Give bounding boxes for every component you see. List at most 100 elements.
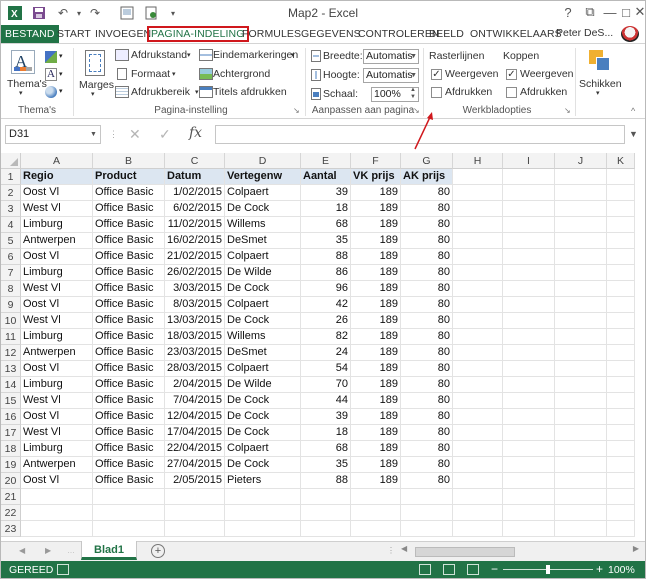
cell[interactable] — [453, 393, 503, 409]
cell[interactable] — [165, 505, 225, 521]
cell[interactable]: Office Basic — [93, 281, 165, 297]
cell[interactable] — [555, 329, 607, 345]
cell[interactable] — [503, 441, 555, 457]
cell[interactable]: 189 — [351, 457, 401, 473]
cell[interactable] — [453, 297, 503, 313]
cell[interactable]: 80 — [401, 281, 453, 297]
cell[interactable] — [301, 505, 351, 521]
cell[interactable]: Limburg — [21, 377, 93, 393]
cell[interactable] — [301, 489, 351, 505]
cell[interactable]: Office Basic — [93, 313, 165, 329]
scale-spinner[interactable]: 100% ▲ ▼ — [371, 87, 419, 102]
cell[interactable]: 80 — [401, 441, 453, 457]
row-header[interactable]: 10 — [1, 313, 21, 329]
cell[interactable]: De Wilde — [225, 265, 301, 281]
cell[interactable]: 189 — [351, 233, 401, 249]
cell[interactable] — [607, 201, 635, 217]
next-sheet-icon[interactable]: ▶ — [45, 546, 51, 555]
cell[interactable] — [555, 361, 607, 377]
cell[interactable]: 82 — [301, 329, 351, 345]
scroll-thumb[interactable] — [415, 547, 515, 557]
cell[interactable]: DeSmet — [225, 233, 301, 249]
cell[interactable] — [453, 281, 503, 297]
cell[interactable] — [351, 521, 401, 537]
cell[interactable]: VK prijs — [351, 169, 401, 185]
cell[interactable] — [503, 281, 555, 297]
row-header[interactable]: 18 — [1, 441, 21, 457]
cell[interactable]: 17/04/2015 — [165, 425, 225, 441]
row-header[interactable]: 12 — [1, 345, 21, 361]
cell[interactable]: Oost Vl — [21, 185, 93, 201]
row-header[interactable]: 16 — [1, 409, 21, 425]
cell[interactable]: De Cock — [225, 425, 301, 441]
print-titles-button[interactable]: Titels afdrukken — [199, 86, 299, 100]
normal-view-icon[interactable] — [419, 564, 431, 575]
cell[interactable]: 27/04/2015 — [165, 457, 225, 473]
cell[interactable] — [607, 329, 635, 345]
cell[interactable]: Antwerpen — [21, 457, 93, 473]
cell[interactable]: 80 — [401, 425, 453, 441]
cell[interactable] — [607, 217, 635, 233]
column-header[interactable]: G — [401, 153, 453, 169]
cell[interactable]: 80 — [401, 201, 453, 217]
column-header[interactable]: F — [351, 153, 401, 169]
cell[interactable]: 2/05/2015 — [165, 473, 225, 489]
save-icon[interactable] — [31, 5, 47, 21]
cell[interactable]: 35 — [301, 457, 351, 473]
cell[interactable] — [503, 409, 555, 425]
cell[interactable] — [555, 505, 607, 521]
column-header[interactable]: K — [607, 153, 635, 169]
help-icon[interactable]: ? — [557, 3, 579, 21]
orientation-button[interactable]: Afdrukstand ▾ — [115, 49, 195, 63]
cell[interactable]: 189 — [351, 377, 401, 393]
cell[interactable]: Pieters — [225, 473, 301, 489]
qat-customize-icon[interactable]: ▾ — [165, 5, 181, 21]
cell[interactable] — [555, 217, 607, 233]
cell[interactable]: De Cock — [225, 281, 301, 297]
row-header[interactable]: 23 — [1, 521, 21, 537]
height-select[interactable]: Automatis ▼ — [363, 68, 419, 83]
zoom-level[interactable]: 100% — [608, 564, 635, 576]
cell[interactable] — [503, 425, 555, 441]
cell[interactable] — [555, 489, 607, 505]
cell[interactable]: Office Basic — [93, 409, 165, 425]
column-header[interactable]: A — [21, 153, 93, 169]
cell[interactable]: 189 — [351, 329, 401, 345]
cell[interactable] — [555, 297, 607, 313]
tab-pagina-indeling[interactable]: PAGINA-INDELING — [147, 26, 249, 42]
cell[interactable] — [453, 313, 503, 329]
cell[interactable]: Office Basic — [93, 361, 165, 377]
cell[interactable] — [607, 473, 635, 489]
cell[interactable] — [607, 185, 635, 201]
cell[interactable] — [453, 409, 503, 425]
cell[interactable]: 8/03/2015 — [165, 297, 225, 313]
cell[interactable]: 24 — [301, 345, 351, 361]
cell[interactable]: 35 — [301, 233, 351, 249]
column-header[interactable]: H — [453, 153, 503, 169]
undo-icon[interactable]: ↶ — [55, 5, 71, 21]
cell[interactable]: Colpaert — [225, 361, 301, 377]
cell[interactable] — [401, 489, 453, 505]
cell[interactable] — [503, 377, 555, 393]
cell[interactable]: 18 — [301, 425, 351, 441]
theme-effects-button[interactable]: ▾ — [45, 85, 67, 99]
arrange-button[interactable]: Schikken ▾ — [579, 48, 622, 100]
tab-controleren[interactable]: CONTROLEREN — [358, 26, 440, 42]
cell[interactable]: Office Basic — [93, 345, 165, 361]
cell[interactable] — [607, 505, 635, 521]
cell[interactable] — [453, 249, 503, 265]
cell[interactable]: 80 — [401, 457, 453, 473]
cell[interactable]: Antwerpen — [21, 345, 93, 361]
row-header[interactable]: 17 — [1, 425, 21, 441]
row-header[interactable]: 7 — [1, 265, 21, 281]
cell[interactable]: Oost Vl — [21, 249, 93, 265]
cell[interactable]: 7/04/2015 — [165, 393, 225, 409]
cell[interactable]: De Cock — [225, 457, 301, 473]
cell[interactable]: 86 — [301, 265, 351, 281]
margins-button[interactable]: Marges ▾ — [79, 48, 114, 100]
cell[interactable] — [503, 457, 555, 473]
cell[interactable]: 189 — [351, 425, 401, 441]
add-sheet-icon[interactable]: + — [151, 544, 165, 558]
row-header[interactable]: 8 — [1, 281, 21, 297]
cell[interactable]: 44 — [301, 393, 351, 409]
